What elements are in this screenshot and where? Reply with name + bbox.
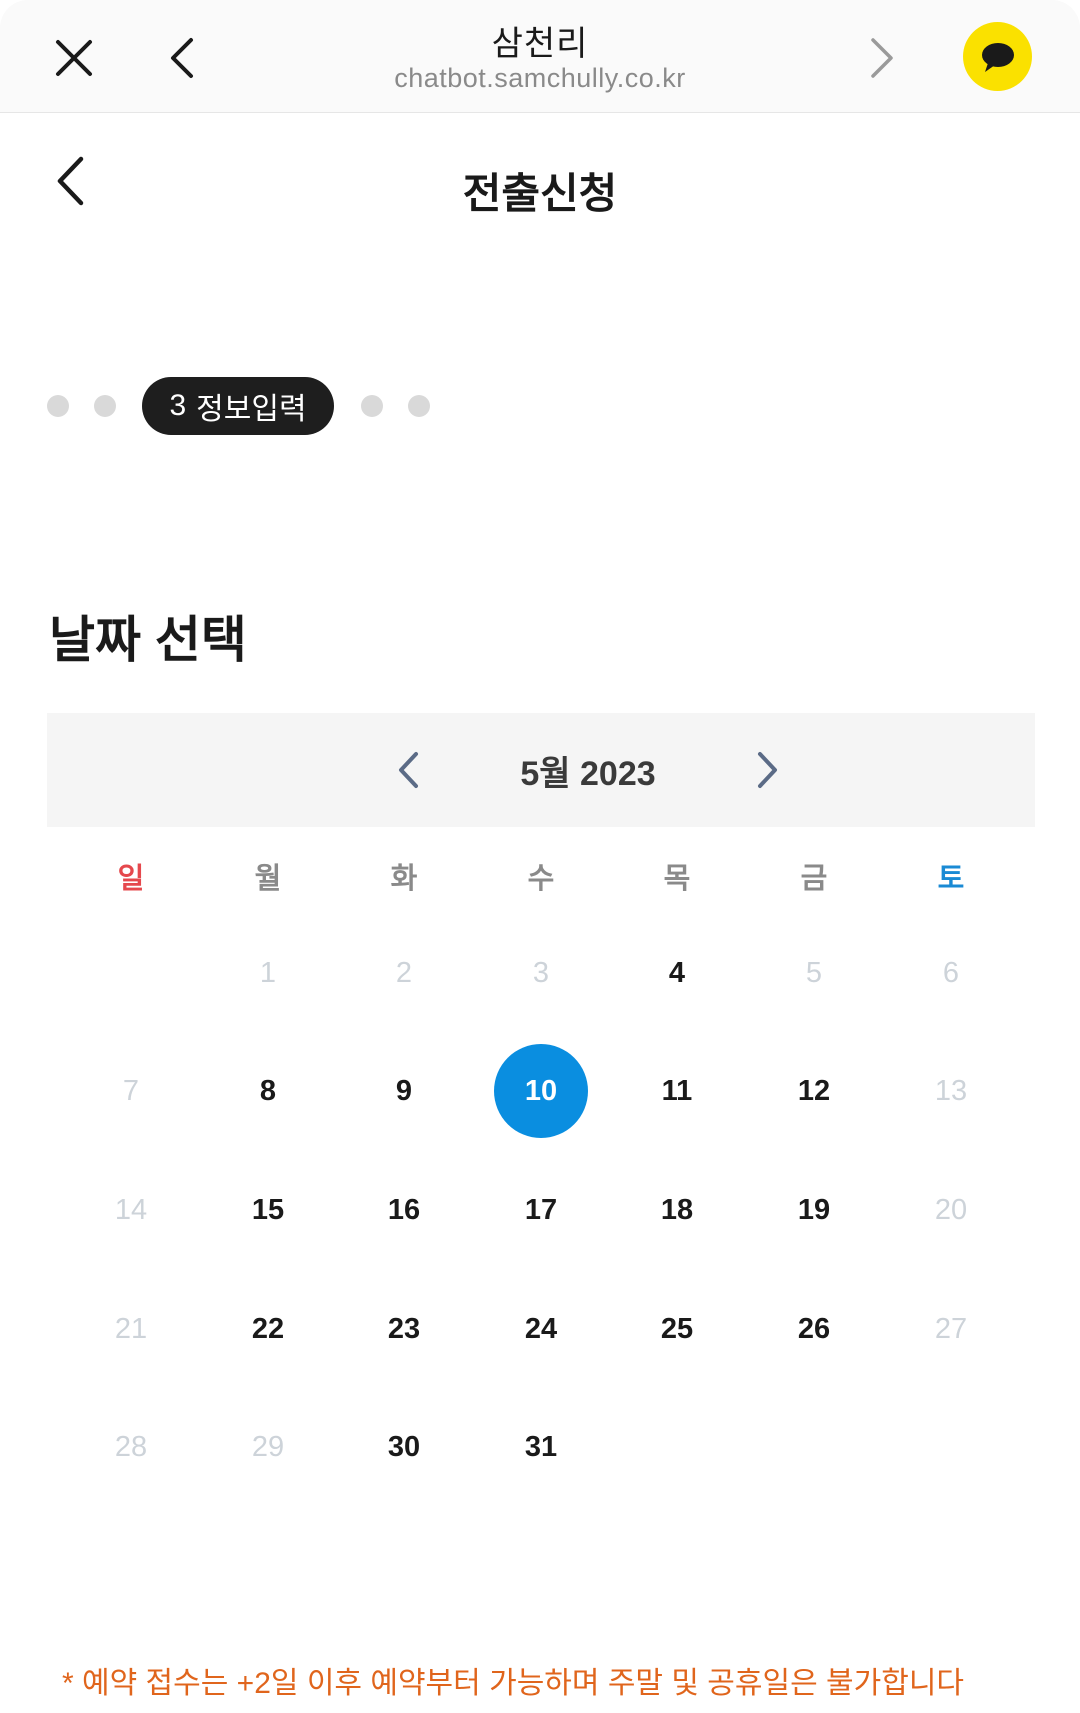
browser-back-button[interactable]	[152, 28, 212, 88]
close-button[interactable]	[44, 28, 104, 88]
weekday-header: 일	[117, 863, 145, 895]
calendar-day[interactable]: 31	[494, 1400, 588, 1494]
calendar-header: 5월 2023	[47, 713, 1035, 827]
calendar-day: 5	[805, 956, 823, 989]
calendar-day: 6	[942, 956, 960, 989]
calendar-day[interactable]: 8	[221, 1044, 315, 1138]
calendar-day: 2	[395, 956, 413, 989]
weekday-header: 금	[800, 863, 828, 895]
step-dot-2	[94, 395, 116, 417]
calendar-day[interactable]: 9	[357, 1044, 451, 1138]
calendar-day: 28	[114, 1430, 148, 1463]
step-dot-5	[408, 395, 430, 417]
chevron-right-icon	[758, 752, 777, 788]
next-month-button[interactable]	[742, 737, 794, 803]
chat-bubble-icon	[981, 42, 1014, 72]
step-dot-1	[47, 395, 69, 417]
calendar-day[interactable]: 19	[767, 1163, 861, 1257]
calendar-day[interactable]: 24	[494, 1282, 588, 1376]
browser-url: chatbot.samchully.co.kr	[394, 63, 686, 93]
chevron-left-icon	[399, 752, 418, 788]
calendar-day[interactable]: 22	[221, 1282, 315, 1376]
section-title: 날짜 선택	[49, 612, 247, 668]
calendar-day[interactable]: 11	[630, 1044, 724, 1138]
calendar-day[interactable]: 30	[357, 1400, 451, 1494]
calendar-day[interactable]: 23	[357, 1282, 451, 1376]
calendar-day[interactable]: 16	[357, 1163, 451, 1257]
previous-month-button[interactable]	[382, 737, 434, 803]
calendar-day: 13	[934, 1074, 968, 1107]
calendar-day: 3	[532, 956, 550, 989]
page-back-button[interactable]	[40, 148, 100, 214]
calendar-day: 29	[251, 1430, 285, 1463]
step-number: 3	[169, 389, 187, 422]
calendar-month-label: 5월 2023	[520, 755, 656, 793]
weekday-header: 토	[937, 863, 965, 895]
calendar-day[interactable]: 25	[630, 1282, 724, 1376]
calendar-day: 21	[114, 1312, 148, 1345]
calendar-day[interactable]: 15	[221, 1163, 315, 1257]
chevron-left-icon	[57, 156, 84, 206]
calendar-day[interactable]: 17	[494, 1163, 588, 1257]
step-dot-4	[361, 395, 383, 417]
step-label: 정보입력	[196, 393, 307, 426]
browser-forward-button[interactable]	[852, 28, 912, 88]
chevron-right-icon	[871, 38, 893, 78]
calendar-day[interactable]: 12	[767, 1044, 861, 1138]
weekday-header: 월	[254, 863, 282, 895]
chevron-left-icon	[171, 38, 193, 78]
weekday-header: 수	[527, 863, 555, 895]
reservation-notice: * 예약 접수는 +2일 이후 예약부터 가능하며 주말 및 공휴일은 불가합니…	[62, 1667, 965, 1700]
calendar-day[interactable]: 26	[767, 1282, 861, 1376]
calendar-day-selected[interactable]: 10	[494, 1044, 588, 1138]
calendar-day[interactable]: 18	[630, 1163, 724, 1257]
weekday-header: 화	[390, 863, 418, 895]
calendar-day: 7	[122, 1074, 140, 1107]
page-title: 전출신청	[462, 170, 618, 217]
weekday-header: 목	[663, 863, 691, 895]
calendar-day: 27	[934, 1312, 968, 1345]
step-indicator-active: 3 정보입력	[142, 377, 334, 435]
browser-top-bar: 삼천리 chatbot.samchully.co.kr	[0, 0, 1080, 113]
kakao-talk-button[interactable]	[963, 22, 1032, 91]
browser-title: 삼천리	[491, 25, 589, 63]
calendar-day[interactable]: 4	[630, 926, 724, 1020]
calendar-day: 20	[934, 1193, 968, 1226]
calendar-day: 14	[114, 1193, 148, 1226]
calendar-day: 1	[259, 956, 277, 989]
close-icon	[56, 40, 92, 76]
